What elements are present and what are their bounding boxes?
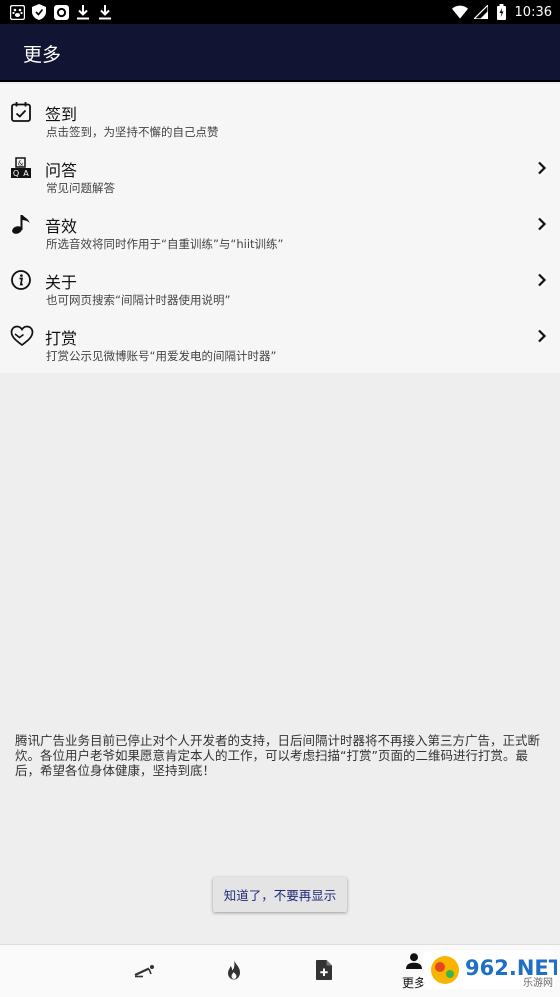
- dismiss-button[interactable]: 知道了，不要再显示: [213, 877, 347, 912]
- menu-list: 签到 点击签到，为坚持不懈的自己点赞 & Q A 问答 常见问题解答 音效 所选音效…: [0, 84, 560, 373]
- menu-item-about[interactable]: 关于 也可网页搜索“间隔计时器使用说明”: [0, 252, 560, 308]
- site-watermark: 962.NET 乐游网: [421, 945, 560, 991]
- menu-item-title: 关于: [45, 273, 78, 292]
- chevron-right-icon: [537, 216, 547, 231]
- download-icon: [97, 4, 113, 20]
- calendar-check-icon: [10, 101, 32, 123]
- nav-item-hiit[interactable]: [204, 945, 264, 997]
- chevron-right-icon: [537, 160, 547, 175]
- wifi-icon: [451, 4, 468, 20]
- app-icon: [53, 4, 69, 20]
- heart-hand-icon: [10, 325, 34, 347]
- menu-item-subtitle: 所选音效将同时作用于“自重训练”与“hiit训练”: [46, 237, 284, 251]
- paw-icon: [9, 4, 25, 20]
- status-time: 10:36: [514, 4, 552, 20]
- svg-text:A: A: [23, 169, 29, 178]
- menu-item-title: 签到: [45, 105, 78, 124]
- menu-item-subtitle: 点击签到，为坚持不懈的自己点赞: [46, 125, 219, 139]
- nav-item-workout[interactable]: [115, 945, 175, 997]
- shield-icon: [31, 4, 47, 20]
- person-icon: [406, 952, 422, 973]
- page-title: 更多: [23, 44, 62, 66]
- chevron-right-icon: [537, 328, 547, 343]
- watermark-sub: 乐游网: [523, 976, 553, 989]
- nav-item-create[interactable]: [294, 945, 354, 997]
- info-icon: [10, 269, 32, 291]
- watermark-brand: 962.NET: [465, 956, 557, 980]
- add-document-icon: [316, 959, 332, 984]
- menu-item-title: 音效: [45, 217, 78, 236]
- menu-item-checkin[interactable]: 签到 点击签到，为坚持不懈的自己点赞: [0, 84, 560, 140]
- svg-text:&: &: [18, 159, 24, 167]
- app-bar: 更多: [0, 24, 560, 82]
- menu-item-subtitle: 也可网页搜索“间隔计时器使用说明”: [46, 293, 231, 307]
- qa-blocks-icon: & Q A: [10, 157, 32, 179]
- chevron-right-icon: [537, 272, 547, 287]
- menu-item-subtitle: 打赏公示见微博账号“用爱发电的间隔计时器”: [46, 349, 277, 363]
- workout-icon: [134, 962, 156, 982]
- download-icon: [75, 4, 91, 20]
- fire-icon: [226, 959, 242, 984]
- status-bar: 10:36: [0, 0, 560, 24]
- music-note-icon: [10, 213, 32, 235]
- svg-text:Q: Q: [13, 169, 19, 178]
- menu-item-subtitle: 常见问题解答: [46, 181, 115, 195]
- menu-item-donate[interactable]: 打赏 打赏公示见微博账号“用爱发电的间隔计时器”: [0, 308, 560, 364]
- menu-item-title: 打赏: [45, 329, 78, 348]
- battery-icon: [494, 4, 510, 20]
- menu-item-title: 问答: [45, 161, 78, 180]
- menu-item-qa[interactable]: & Q A 问答 常见问题解答: [0, 140, 560, 196]
- ad-notice-text: 腾讯广告业务目前已停止对个人开发者的支持，日后间隔计时器将不再接入第三方广告，正…: [15, 733, 541, 778]
- signal-icon: [473, 4, 489, 20]
- menu-item-sound[interactable]: 音效 所选音效将同时作用于“自重训练”与“hiit训练”: [0, 196, 560, 252]
